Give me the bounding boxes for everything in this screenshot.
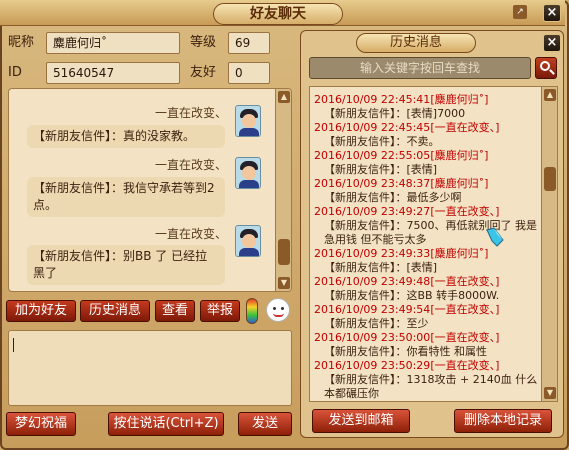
history-message: 【新朋友信件】：1318攻击 + 2140血 什么本都碾压你 <box>324 373 538 400</box>
report-button[interactable]: 举报 <box>200 300 240 322</box>
history-sender: [一直在改变、] <box>430 205 500 218</box>
history-message: 【新朋友信件】：[表情] <box>324 261 438 274</box>
emoji-icon[interactable] <box>266 298 290 322</box>
color-picker-icon[interactable] <box>246 298 258 324</box>
id-value: 51640547 <box>46 62 180 84</box>
history-entry-header: 2016/10/09 23:50:41[麋鹿何归˚] <box>310 401 540 402</box>
history-timestamp: 2016/10/09 23:49:33 <box>314 247 431 260</box>
message-sender: 一直在改变、 <box>154 106 227 120</box>
history-sender: [麋鹿何归˚] <box>430 177 489 190</box>
history-message: 【新朋友信件】：这BB 转手8000W. <box>324 289 500 302</box>
history-message: 【新朋友信件】：不卖。 <box>324 135 440 148</box>
avatar <box>235 225 261 257</box>
history-entry-header: 2016/10/09 23:49:48[一直在改变、] <box>310 275 540 289</box>
text-cursor <box>13 338 14 352</box>
history-timestamp: 2016/10/09 23:50:29 <box>314 359 431 372</box>
history-list[interactable]: 2016/10/09 22:45:41[麋鹿何归˚] 【新朋友信件】：[表情]70… <box>309 86 558 402</box>
delete-local-records-button[interactable]: 删除本地记录 <box>454 409 552 433</box>
history-timestamp: 2016/10/09 23:49:48 <box>314 275 431 288</box>
avatar <box>235 157 261 189</box>
level-value: 69 <box>228 32 270 54</box>
history-sender: [一直在改变、] <box>430 331 500 344</box>
scroll-thumb[interactable] <box>544 167 556 191</box>
close-history-button[interactable]: × <box>543 34 561 52</box>
history-sender: [麋鹿何归˚] <box>430 401 488 402</box>
history-timestamp: 2016/10/09 22:45:41 <box>314 93 431 106</box>
nickname-value: 麋鹿何归˚ <box>46 32 180 54</box>
add-friend-button[interactable]: 加为好友 <box>6 300 76 322</box>
history-button[interactable]: 历史消息 <box>80 300 150 322</box>
history-timestamp: 2016/10/09 23:50:41 <box>314 401 430 402</box>
history-entry-header: 2016/10/09 22:45:45[一直在改变、] <box>310 121 540 135</box>
message-bubble: 【新朋友信件】：真的没家教。 <box>27 125 225 148</box>
scroll-up-arrow-icon[interactable]: ▲ <box>278 91 290 103</box>
message-bubble: 【新朋友信件】：别BB 了 已经拉黑了 <box>27 245 225 285</box>
level-label: 等级 <box>190 35 217 50</box>
scroll-down-arrow-icon[interactable]: ▼ <box>544 387 556 399</box>
message-input[interactable] <box>8 330 292 406</box>
history-message: 【新朋友信件】：[表情]7000 <box>324 107 466 120</box>
friendship-value: 0 <box>228 62 270 84</box>
history-message: 【新朋友信件】：最低多少啊 <box>324 191 462 204</box>
gem-item-icon <box>484 226 506 248</box>
history-timestamp: 2016/10/09 23:49:54 <box>314 303 431 316</box>
history-entry-header: 2016/10/09 23:49:33[麋鹿何归˚] <box>310 247 540 261</box>
search-button[interactable] <box>535 57 557 79</box>
send-button[interactable]: 发送 <box>238 412 292 436</box>
history-entry-header: 2016/10/09 22:55:05[麋鹿何归˚] <box>310 149 540 163</box>
friendship-label: 友好 <box>190 65 217 80</box>
history-sender: [麋鹿何归˚] <box>430 247 489 260</box>
message-sender: 一直在改变、 <box>154 227 227 241</box>
history-sender: [麋鹿何归˚] <box>430 93 489 106</box>
send-to-mail-button[interactable]: 发送到邮箱 <box>312 409 410 433</box>
history-message: 【新朋友信件】：至少 <box>324 317 429 330</box>
wish-button[interactable]: 梦幻祝福 <box>6 412 76 436</box>
history-entry-header: 2016/10/09 22:45:41[麋鹿何归˚] <box>310 93 540 107</box>
scroll-down-arrow-icon[interactable]: ▼ <box>278 277 290 289</box>
history-message: 【新朋友信件】：你看特性 和属性 <box>324 345 487 358</box>
window-title: 好友聊天 <box>213 3 343 25</box>
history-sender: [一直在改变、] <box>430 275 500 288</box>
chat-messages-panel[interactable]: 一直在改变、 【新朋友信件】：真的没家教。 一直在改变、 【新朋友信件】：我信守… <box>8 88 292 292</box>
history-entry-header: 2016/10/09 23:49:27[一直在改变、] <box>310 205 540 219</box>
history-entry-header: 2016/10/09 23:48:37[麋鹿何归˚] <box>310 177 540 191</box>
scroll-thumb[interactable] <box>278 239 290 265</box>
message-sender: 一直在改变、 <box>154 158 227 172</box>
scroll-up-arrow-icon[interactable]: ▲ <box>544 89 556 101</box>
voice-button[interactable]: 按住说话(Ctrl+Z) <box>108 412 224 436</box>
history-sender: [一直在改变、] <box>430 303 500 316</box>
id-label: ID <box>8 65 22 80</box>
history-entry-header: 2016/10/09 23:49:54[一直在改变、] <box>310 303 540 317</box>
history-sender: [一直在改变、] <box>430 359 500 372</box>
history-timestamp: 2016/10/09 22:45:45 <box>314 121 431 134</box>
history-message: 【新朋友信件】：[表情] <box>324 163 438 176</box>
close-window-button[interactable]: × <box>543 4 561 22</box>
help-icon[interactable]: ↗ <box>513 5 527 19</box>
avatar <box>235 105 261 137</box>
view-button[interactable]: 查看 <box>155 300 195 322</box>
history-sender: [一直在改变、] <box>430 121 500 134</box>
history-timestamp: 2016/10/09 22:55:05 <box>314 149 431 162</box>
history-scrollbar[interactable]: ▲ ▼ <box>541 87 557 401</box>
nickname-label: 昵称 <box>8 35 35 50</box>
message-bubble: 【新朋友信件】：我信守承若等到2点。 <box>27 177 225 217</box>
history-timestamp: 2016/10/09 23:48:37 <box>314 177 431 190</box>
history-timestamp: 2016/10/09 23:50:00 <box>314 331 431 344</box>
history-title: 历史消息 <box>356 33 476 53</box>
history-timestamp: 2016/10/09 23:49:27 <box>314 205 431 218</box>
chat-scrollbar[interactable]: ▲ ▼ <box>275 89 291 291</box>
history-entry-header: 2016/10/09 23:50:29[一直在改变、] <box>310 359 540 373</box>
history-sender: [麋鹿何归˚] <box>430 149 489 162</box>
history-search-input[interactable]: 输入关键字按回车查找 <box>309 57 531 79</box>
history-entry-header: 2016/10/09 23:50:00[一直在改变、] <box>310 331 540 345</box>
